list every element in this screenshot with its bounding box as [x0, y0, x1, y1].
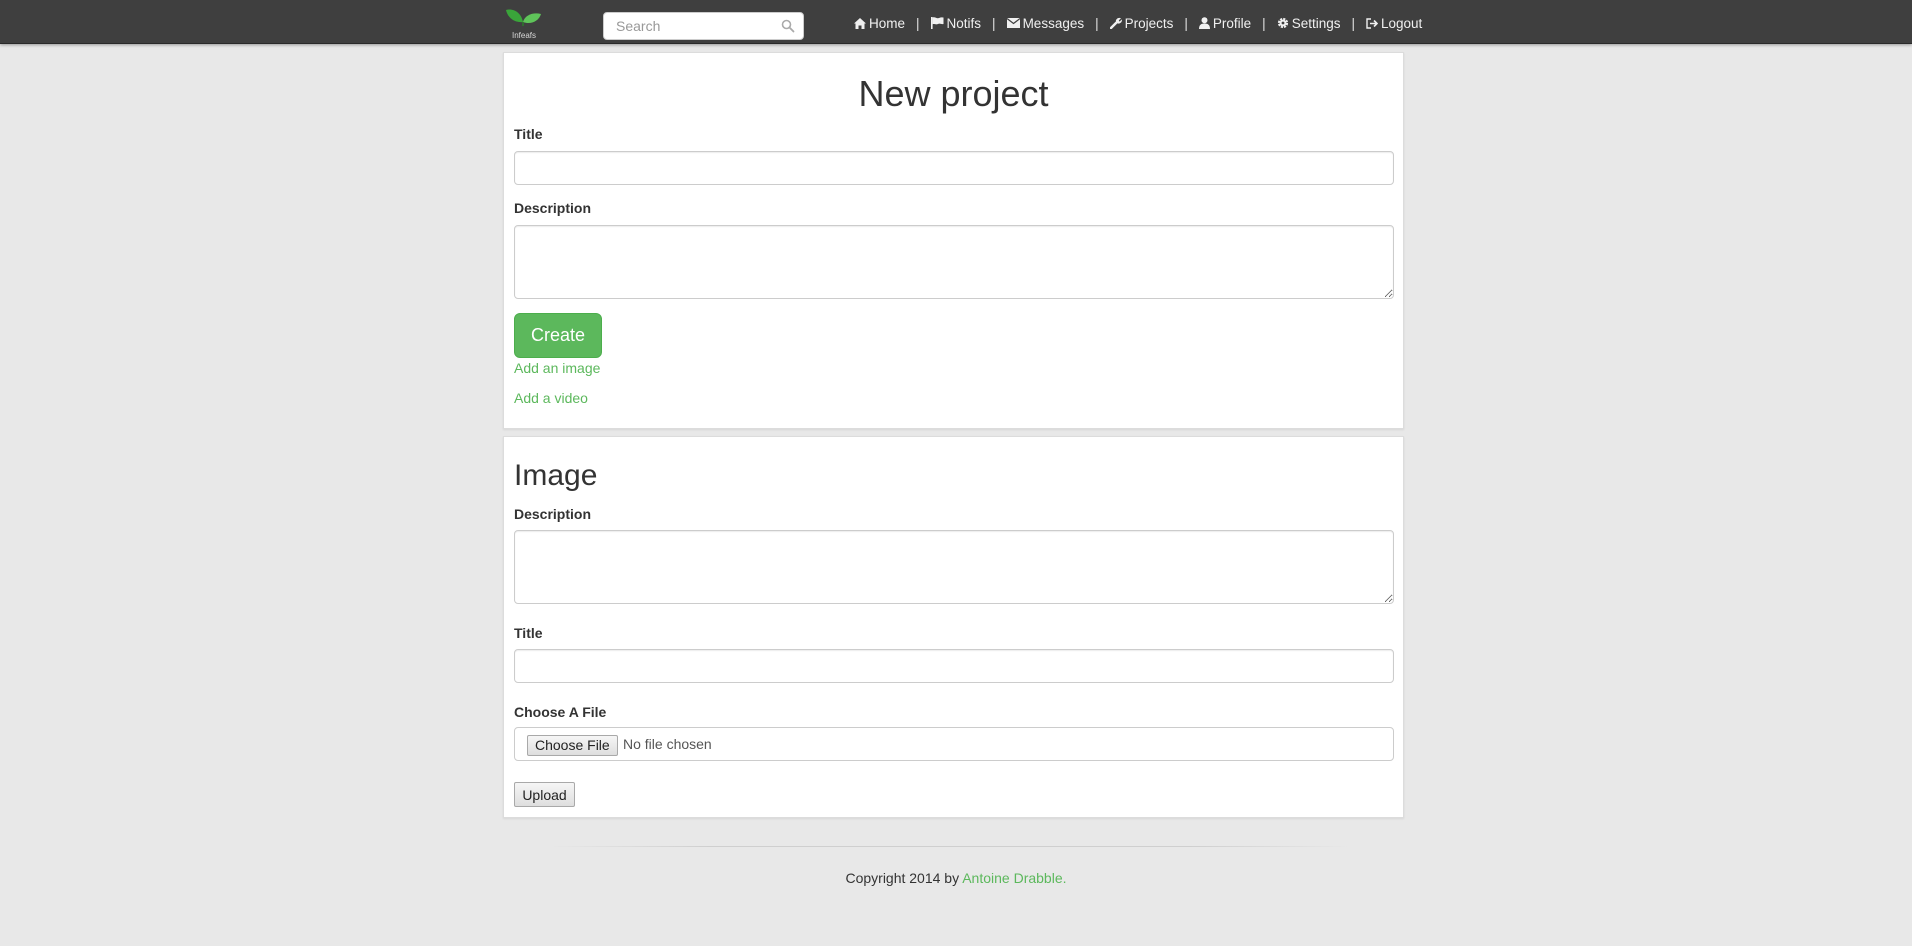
nav-messages[interactable]: Messages [1006, 15, 1085, 31]
project-description-textarea[interactable] [514, 225, 1394, 299]
logout-icon [1366, 17, 1378, 29]
main-nav: Home | Notifs | Messages | Projects | Pr… [854, 14, 1422, 32]
image-title-input[interactable] [514, 649, 1394, 683]
new-project-panel: New project Title Description Create Add… [503, 52, 1404, 429]
image-description-label: Description [514, 506, 592, 522]
nav-separator: | [916, 15, 920, 31]
file-status-text: No file chosen [623, 736, 712, 752]
author-link[interactable]: Antoine Drabble. [962, 870, 1066, 886]
image-heading: Image [514, 459, 598, 492]
nav-profile-label: Profile [1212, 15, 1252, 31]
copyright-text: Copyright 2014 by [845, 870, 963, 886]
nav-projects[interactable]: Projects [1109, 15, 1174, 31]
image-title-label: Title [514, 625, 543, 641]
file-input[interactable]: Choose File No file chosen [514, 727, 1394, 761]
nav-logout[interactable]: Logout [1366, 16, 1422, 31]
logo-text: Infeafs [511, 31, 536, 40]
footer: Copyright 2014 by Antoine Drabble. [0, 870, 1912, 886]
nav-logout-label: Logout [1380, 15, 1423, 31]
add-video-link[interactable]: Add a video [514, 390, 588, 406]
project-title-input[interactable] [514, 151, 1394, 185]
project-description-label: Description [514, 200, 592, 216]
nav-home-label: Home [869, 15, 906, 31]
nav-separator: | [1095, 15, 1099, 31]
search-box [603, 12, 804, 40]
nav-settings[interactable]: Settings [1277, 15, 1341, 31]
image-panel: Image Description Title Choose A File Ch… [503, 436, 1404, 818]
choose-file-label: Choose A File [514, 704, 607, 720]
envelope-icon [1006, 18, 1020, 28]
nav-separator: | [992, 15, 996, 31]
nav-messages-label: Messages [1022, 15, 1085, 31]
leaf-logo-icon [506, 9, 541, 26]
flag-icon [930, 17, 944, 29]
nav-projects-label: Projects [1124, 15, 1174, 31]
project-title-label: Title [514, 126, 543, 142]
nav-settings-label: Settings [1291, 15, 1341, 31]
gear-icon [1277, 17, 1288, 29]
add-image-link[interactable]: Add an image [514, 360, 600, 376]
page-title: New project [858, 73, 1049, 114]
nav-notifs-label: Notifs [946, 15, 982, 31]
footer-divider [550, 846, 1350, 847]
search-input[interactable] [616, 18, 776, 34]
nav-notifs[interactable]: Notifs [930, 15, 982, 31]
nav-separator: | [1351, 15, 1355, 31]
create-button[interactable]: Create [514, 313, 602, 358]
nav-home[interactable]: Home [854, 16, 905, 31]
nav-separator: | [1262, 15, 1266, 31]
choose-file-button[interactable]: Choose File [527, 735, 618, 756]
user-icon [1198, 17, 1210, 29]
top-navbar: Infeafs Home | Notifs | [0, 0, 1912, 44]
home-icon [854, 17, 866, 29]
nav-profile[interactable]: Profile [1198, 15, 1252, 31]
wrench-icon [1109, 17, 1122, 29]
nav-separator: | [1184, 15, 1188, 31]
image-description-textarea[interactable] [514, 530, 1394, 604]
app-logo[interactable]: Infeafs [503, 6, 545, 42]
search-icon[interactable] [781, 19, 795, 33]
upload-button[interactable]: Upload [514, 782, 575, 807]
